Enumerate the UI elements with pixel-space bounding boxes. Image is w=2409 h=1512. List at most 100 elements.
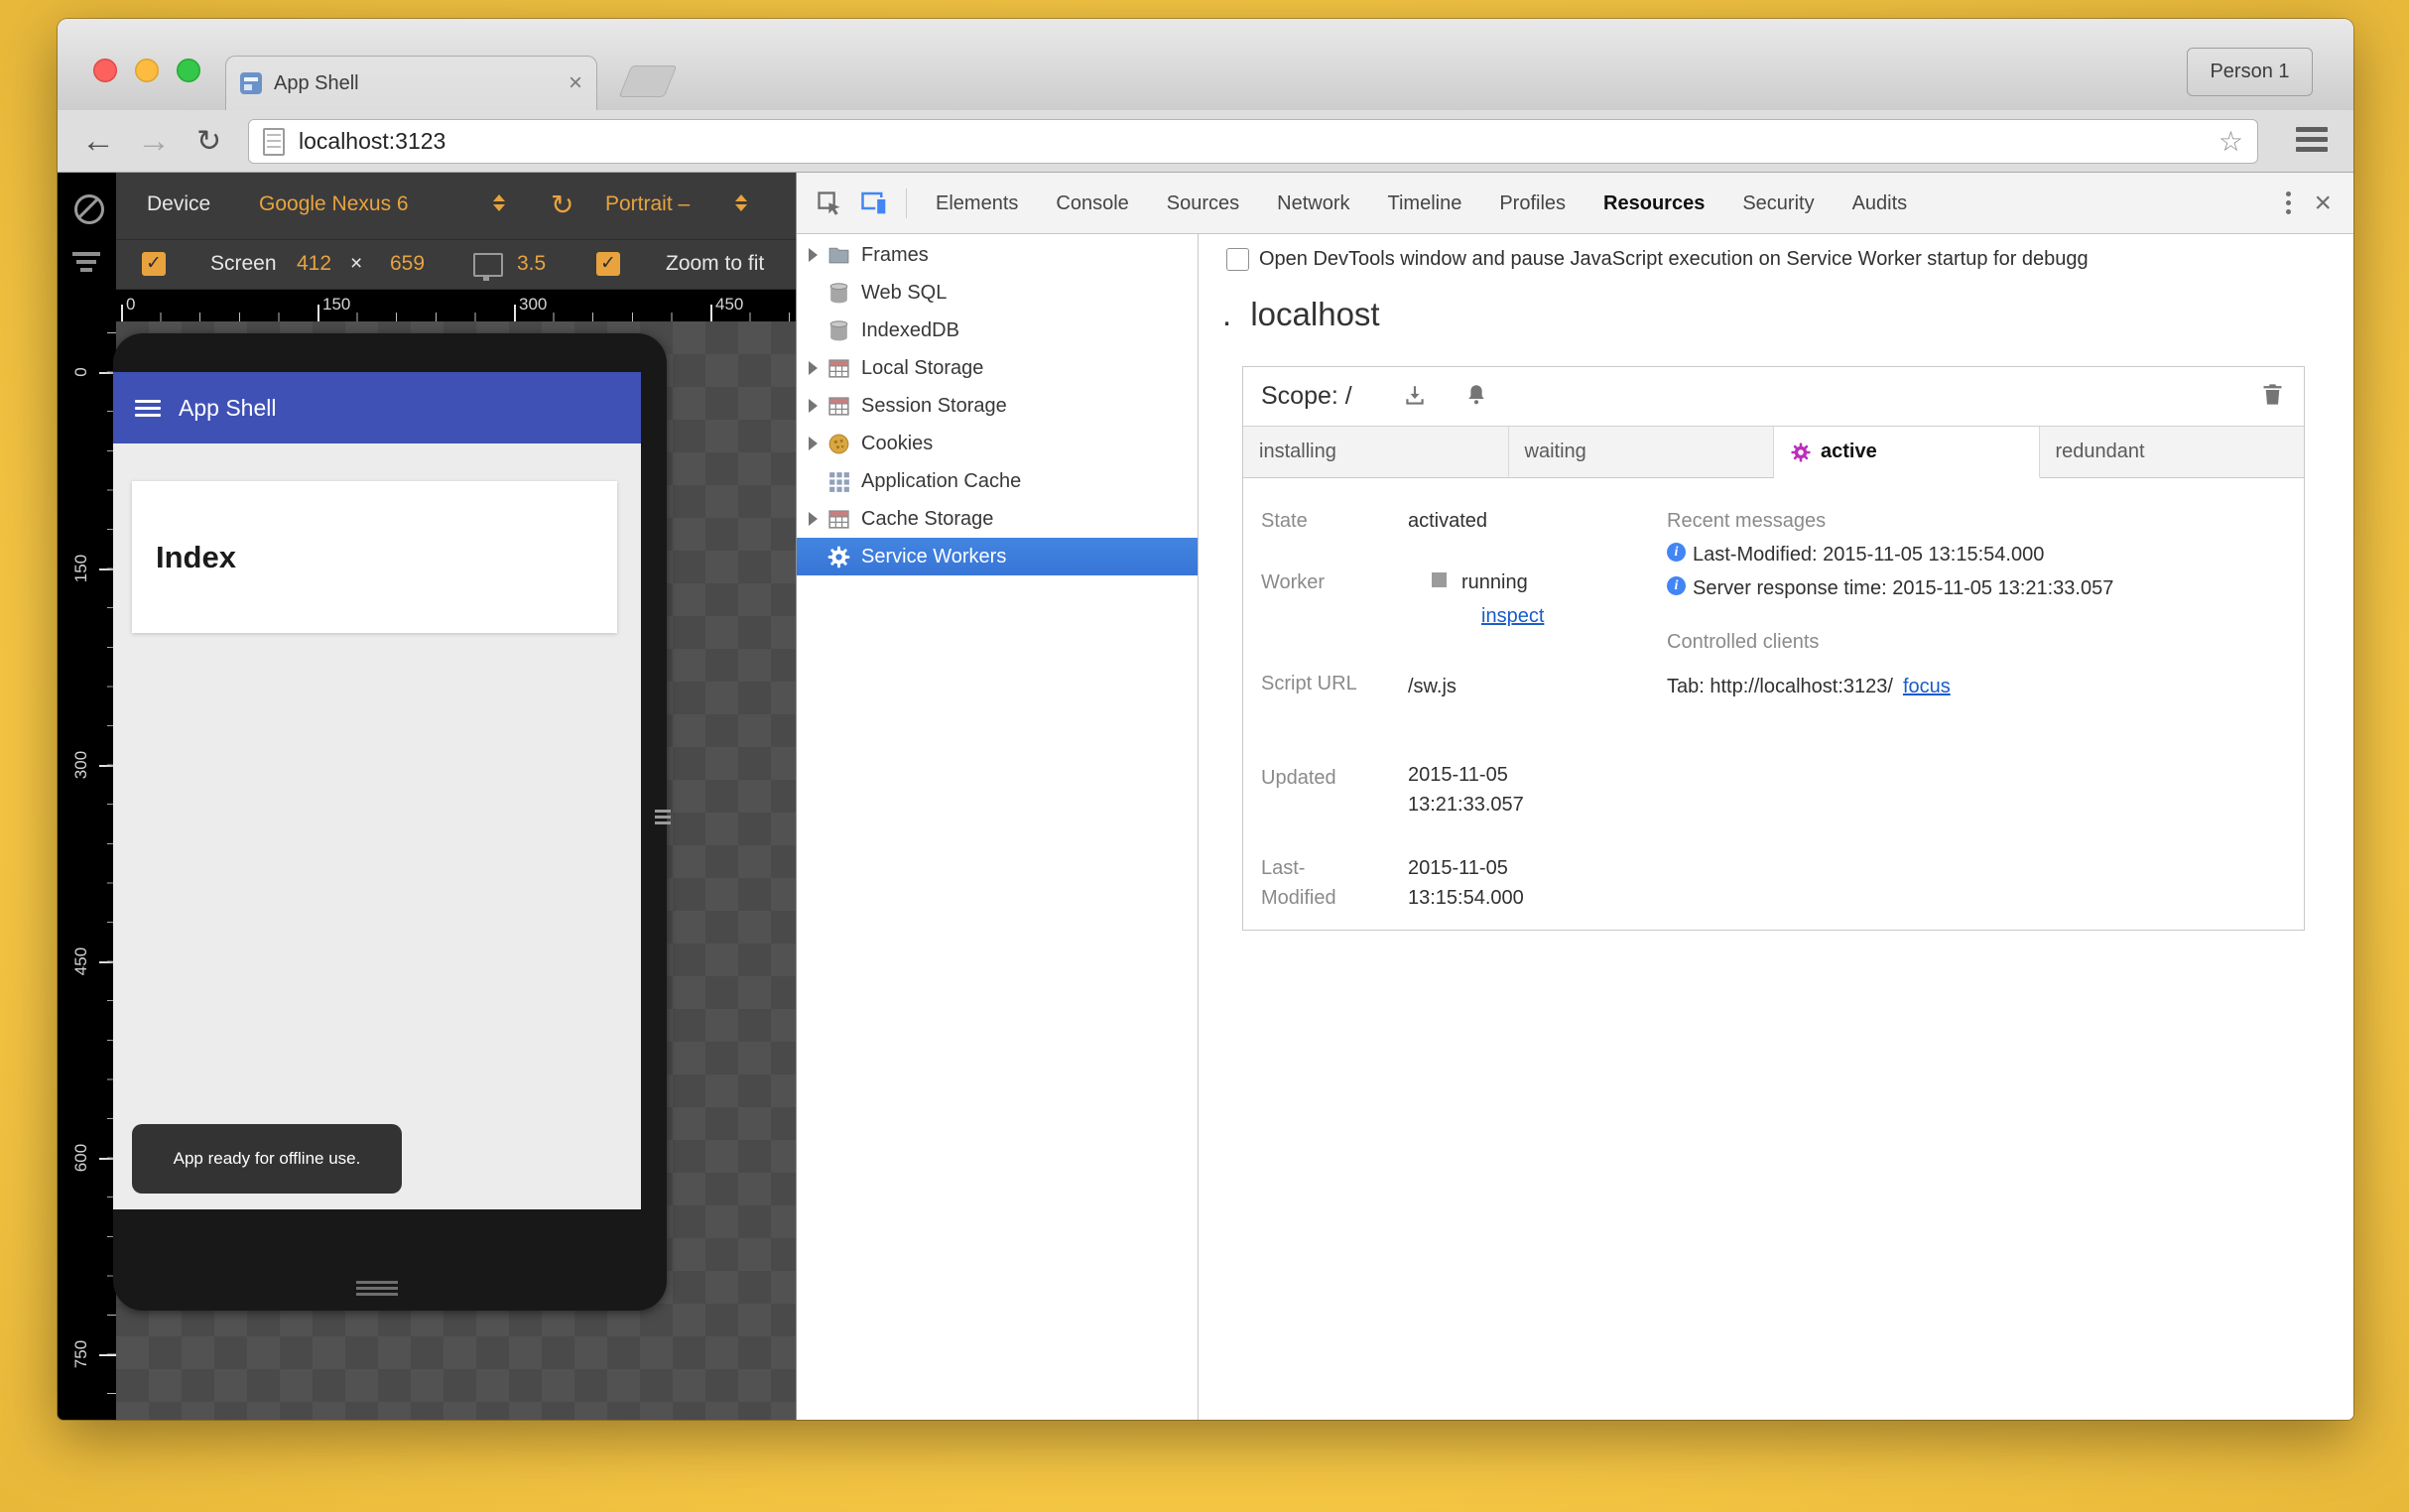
close-button[interactable]: [93, 59, 117, 82]
zoom-to-fit-checkbox[interactable]: ✓: [596, 252, 620, 276]
url-bar[interactable]: localhost:3123 ☆: [248, 119, 2258, 164]
inspect-link[interactable]: inspect: [1481, 605, 1544, 628]
sidebar-item-indexeddb[interactable]: IndexedDB: [797, 312, 1198, 349]
browser-toolbar: ← → ↻ localhost:3123 ☆: [58, 110, 2353, 173]
screen-height-field[interactable]: 659: [390, 252, 425, 276]
reload-icon[interactable]: ↻: [196, 110, 221, 173]
bell-icon[interactable]: [1463, 382, 1489, 408]
disclosure-triangle-icon[interactable]: [809, 361, 826, 375]
lifecycle-redundant[interactable]: redundant: [2039, 427, 2304, 478]
service-workers-view: Open DevTools window and pause JavaScrip…: [1199, 234, 2353, 1420]
h-ruler-label: 450: [715, 295, 744, 314]
v-ruler-label: 0: [71, 367, 90, 377]
screen-width-field[interactable]: 412: [297, 252, 331, 276]
worker-label: Worker: [1261, 571, 1326, 593]
v-ruler-label: 450: [71, 946, 90, 976]
sidebar-item-web-sql[interactable]: Web SQL: [797, 274, 1198, 312]
pause-on-start-label: Open DevTools window and pause JavaScrip…: [1259, 248, 2089, 270]
devtools-tabbar: Elements Console Sources Network Timelin…: [797, 173, 2353, 234]
tab-sources[interactable]: Sources: [1148, 173, 1258, 234]
browser-window: App Shell × Person 1 ← → ↻ localhost:312…: [58, 19, 2353, 1420]
disclosure-triangle-icon[interactable]: [809, 437, 826, 450]
tab-console[interactable]: Console: [1037, 173, 1147, 234]
orientation-spinner-icon[interactable]: [735, 191, 747, 214]
chrome-menu-icon[interactable]: [2296, 127, 2328, 155]
tab-resources[interactable]: Resources: [1585, 173, 1723, 234]
push-icon[interactable]: [1402, 383, 1428, 409]
tab-close-icon[interactable]: ×: [569, 71, 582, 95]
zoom-button[interactable]: [177, 59, 200, 82]
origin-name: localhost: [1250, 296, 1380, 332]
minimize-button[interactable]: [135, 59, 159, 82]
tab-elements[interactable]: Elements: [917, 173, 1037, 234]
lifecycle-active[interactable]: active: [1774, 427, 2040, 478]
sidebar-item-service-workers[interactable]: Service Workers: [797, 538, 1198, 575]
resources-sidebar: Frames Web SQL IndexedDB Local Storage S…: [797, 234, 1199, 1420]
tab-audits[interactable]: Audits: [1834, 173, 1927, 234]
window-content: 0 150 300 450 600 750 Device Google Nexu…: [58, 173, 2353, 1420]
new-tab-button[interactable]: [618, 65, 678, 97]
recent-message: i Server response time: 2015-11-05 13:21…: [1667, 576, 2113, 600]
tab-title: App Shell: [274, 71, 359, 94]
horizontal-ruler: 0 150 300 450: [116, 290, 796, 321]
emulation-left-strip: 0 150 300 450 600 750: [58, 173, 116, 1420]
media-queries-icon[interactable]: [72, 252, 100, 276]
trash-icon[interactable]: [2259, 381, 2286, 408]
pause-on-start-checkbox[interactable]: [1226, 248, 1249, 271]
url-text[interactable]: localhost:3123: [299, 128, 2219, 155]
devtools-close-icon[interactable]: ×: [2314, 188, 2332, 218]
sidebar-item-label: Application Cache: [861, 469, 1022, 492]
bookmark-star-icon[interactable]: ☆: [2219, 125, 2243, 158]
state-value: activated: [1408, 510, 1488, 532]
worker-status-square-icon: [1432, 572, 1447, 587]
devtools-body: Frames Web SQL IndexedDB Local Storage S…: [797, 234, 2353, 1420]
sidebar-item-local-storage[interactable]: Local Storage: [797, 349, 1198, 387]
offline-toast: App ready for offline use.: [132, 1124, 402, 1194]
lifecycle-waiting[interactable]: waiting: [1508, 427, 1774, 478]
tab-profiles[interactable]: Profiles: [1480, 173, 1585, 234]
tab-network[interactable]: Network: [1258, 173, 1368, 234]
browser-tab[interactable]: App Shell ×: [225, 56, 597, 110]
device-model-spinner-icon[interactable]: [493, 191, 505, 214]
device-screen: App Shell Index App ready for offline us…: [113, 372, 641, 1209]
rotate-icon[interactable]: ↻: [551, 189, 573, 221]
disable-overrides-icon[interactable]: [74, 194, 104, 224]
active-worker-gear-icon: [1790, 441, 1812, 463]
h-ruler-label: 300: [519, 295, 548, 314]
device-emulation-pane: 0 150 300 450 600 750 Device Google Nexu…: [58, 173, 796, 1420]
lifecycle-installing[interactable]: installing: [1243, 427, 1509, 478]
worker-status: running: [1461, 571, 1528, 593]
dpr-field[interactable]: 3.5: [517, 252, 546, 276]
lifecycle-label: redundant: [2055, 441, 2145, 462]
device-model-select[interactable]: Google Nexus 6: [259, 192, 409, 216]
device-mode-icon[interactable]: [858, 187, 892, 220]
focus-link[interactable]: focus: [1903, 672, 1951, 701]
disclosure-triangle-icon[interactable]: [809, 512, 826, 526]
disclosure-triangle-icon[interactable]: [809, 399, 826, 413]
disclosure-triangle-icon[interactable]: [809, 248, 826, 262]
app-menu-icon[interactable]: [135, 396, 161, 421]
storage-table-icon: [826, 394, 851, 419]
forward-icon[interactable]: →: [137, 110, 171, 173]
sidebar-item-cache-storage[interactable]: Cache Storage: [797, 500, 1198, 538]
devtools-menu-icon[interactable]: [2286, 188, 2292, 218]
sidebar-item-label: Cookies: [861, 432, 934, 454]
emulation-toolbar-row2: ✓ Screen 412 × 659 3.5 ✓ Zoom to fit: [116, 240, 796, 290]
inspect-element-icon[interactable]: [813, 187, 846, 220]
profile-button[interactable]: Person 1: [2187, 48, 2313, 96]
device-bottom-handle-icon[interactable]: [356, 1278, 398, 1299]
sidebar-item-application-cache[interactable]: Application Cache: [797, 462, 1198, 500]
screen-checkbox[interactable]: ✓: [142, 252, 166, 276]
back-icon[interactable]: ←: [81, 110, 115, 173]
devtools-panel: Elements Console Sources Network Timelin…: [796, 173, 2353, 1420]
sidebar-item-cookies[interactable]: Cookies: [797, 425, 1198, 462]
state-label: State: [1261, 510, 1308, 532]
sidebar-item-frames[interactable]: Frames: [797, 236, 1198, 274]
orientation-select[interactable]: Portrait –: [605, 192, 690, 216]
sidebar-item-session-storage[interactable]: Session Storage: [797, 387, 1198, 425]
tab-timeline[interactable]: Timeline: [1369, 173, 1481, 234]
folder-icon: [826, 243, 851, 268]
tab-security[interactable]: Security: [1723, 173, 1833, 234]
device-resize-handle-icon[interactable]: [655, 807, 671, 827]
v-ruler-label: 750: [71, 1339, 90, 1369]
